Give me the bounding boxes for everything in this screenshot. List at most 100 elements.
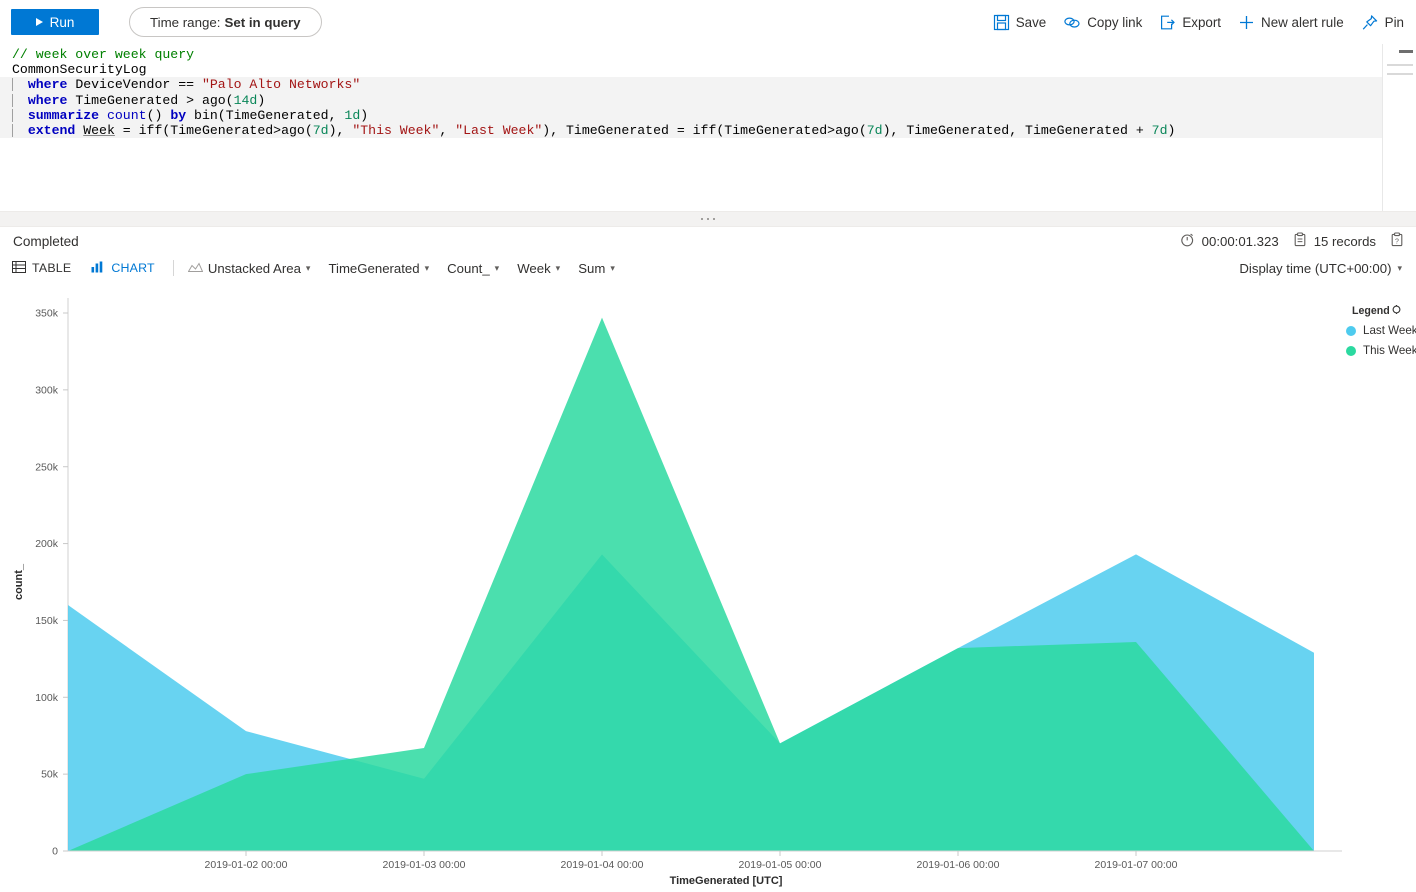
- editor-results-splitter[interactable]: [0, 211, 1416, 227]
- legend-color-swatch: [1346, 326, 1356, 336]
- code-token: Week: [83, 123, 115, 138]
- export-icon: [1159, 14, 1176, 31]
- y-axis-dropdown[interactable]: Count_ ▾: [447, 261, 499, 276]
- play-icon: [36, 18, 43, 26]
- y-axis-tick-label: 50k: [41, 769, 59, 781]
- time-range-picker[interactable]: Time range: Set in query: [129, 7, 322, 37]
- legend-item[interactable]: This Week: [1346, 344, 1414, 357]
- results-view-toolbar: TABLE CHART Unstacked Area ▾ TimeGenerat…: [0, 255, 1416, 281]
- code-token: where: [28, 77, 68, 92]
- code-line: where DeviceVendor == "Palo Alto Network…: [0, 77, 1416, 92]
- x-axis-tick-label: 2019-01-06 00:00: [917, 859, 1000, 871]
- pin-icon: [1361, 14, 1379, 31]
- code-token: extend: [28, 123, 75, 138]
- timer-icon: [1180, 232, 1195, 250]
- time-range-value: Set in query: [224, 15, 300, 30]
- tab-chart[interactable]: CHART: [91, 261, 154, 276]
- x-axis-tick-label: 2019-01-07 00:00: [1095, 859, 1178, 871]
- code-line: // week over week query: [0, 47, 1416, 62]
- code-token: DeviceVendor ==: [67, 77, 202, 92]
- code-token: [12, 123, 28, 138]
- time-range-prefix: Time range:: [150, 15, 220, 30]
- query-editor-lines: // week over week queryCommonSecurityLog…: [0, 44, 1416, 138]
- splitter-grip-icon: [701, 218, 715, 220]
- save-button[interactable]: Save: [993, 14, 1047, 31]
- copy-link-label: Copy link: [1087, 15, 1142, 30]
- pin-label: Pin: [1385, 15, 1404, 30]
- code-token: "Last Week": [455, 123, 542, 138]
- toolbar-actions: Save Copy link Export: [993, 14, 1404, 31]
- code-line: CommonSecurityLog: [0, 62, 1416, 77]
- pipe-gutter-mark: [12, 78, 13, 91]
- export-button[interactable]: Export: [1159, 14, 1221, 31]
- run-button[interactable]: Run: [11, 9, 99, 35]
- pipe-gutter-mark: [12, 94, 13, 107]
- y-axis-tick-label: 0: [52, 846, 58, 858]
- query-duration-value: 00:00:01.323: [1202, 234, 1279, 249]
- display-time-label: Display time (UTC+00:00): [1239, 261, 1391, 276]
- editor-minimap[interactable]: [1382, 44, 1416, 211]
- x-axis-tick-label: 2019-01-03 00:00: [383, 859, 466, 871]
- code-token: [99, 108, 107, 123]
- chevron-down-icon: ▾: [556, 264, 561, 273]
- minimap-thumb[interactable]: [1399, 50, 1413, 53]
- aggregation-label: Sum: [578, 261, 605, 276]
- table-icon: [12, 261, 26, 276]
- code-token: 14d: [234, 93, 258, 108]
- clipboard-question-icon: ?: [1390, 232, 1404, 250]
- export-label: Export: [1182, 15, 1221, 30]
- results-header: Completed 00:00:01.323 15 records: [0, 227, 1416, 255]
- x-axis-title: TimeGenerated [UTC]: [670, 875, 783, 887]
- x-axis-tick-label: 2019-01-02 00:00: [205, 859, 288, 871]
- pin-button[interactable]: Pin: [1361, 14, 1404, 31]
- tab-table[interactable]: TABLE: [12, 261, 71, 276]
- code-token: 7d: [867, 123, 883, 138]
- code-token: ), TimeGenerated = iff(TimeGenerated>ago…: [542, 123, 866, 138]
- code-token: = iff(TimeGenerated>ago(: [115, 123, 313, 138]
- code-token: by: [170, 108, 186, 123]
- chart-legend: Legend Last Week This Week: [1330, 305, 1414, 357]
- x-axis-label: TimeGenerated: [328, 261, 419, 276]
- code-token: ): [257, 93, 265, 108]
- new-alert-rule-button[interactable]: New alert rule: [1238, 14, 1344, 31]
- aggregation-dropdown[interactable]: Sum ▾: [578, 261, 615, 276]
- code-token: summarize: [28, 108, 99, 123]
- x-axis-tick-label: 2019-01-05 00:00: [739, 859, 822, 871]
- code-token: TimeGenerated > ago(: [67, 93, 233, 108]
- code-line: where TimeGenerated > ago(14d): [0, 93, 1416, 108]
- chevron-down-icon: ▾: [610, 264, 615, 273]
- y-axis-label: Count_: [447, 261, 490, 276]
- legend-item-label: Last Week: [1363, 324, 1416, 337]
- legend-options-icon[interactable]: [1392, 305, 1401, 317]
- code-line: extend Week = iff(TimeGenerated>ago( 7d),…: [0, 123, 1416, 138]
- split-by-dropdown[interactable]: Week ▾: [517, 261, 560, 276]
- x-axis-dropdown[interactable]: TimeGenerated ▾: [328, 261, 429, 276]
- copy-link-icon: [1063, 14, 1081, 31]
- chart-type-dropdown[interactable]: Unstacked Area ▾: [188, 261, 311, 276]
- tab-table-label: TABLE: [32, 261, 71, 275]
- new-alert-rule-label: New alert rule: [1261, 15, 1344, 30]
- code-token: // week over week query: [12, 47, 194, 62]
- save-label: Save: [1016, 15, 1047, 30]
- copy-link-button[interactable]: Copy link: [1063, 14, 1142, 31]
- display-time-dropdown[interactable]: Display time (UTC+00:00) ▾: [1239, 261, 1402, 276]
- results-help-button[interactable]: ?: [1390, 232, 1404, 250]
- code-token: count: [107, 108, 147, 123]
- y-axis-tick-label: 100k: [35, 692, 59, 704]
- legend-item[interactable]: Last Week: [1346, 324, 1414, 337]
- code-token: ): [360, 108, 368, 123]
- y-axis-title: count_: [13, 563, 25, 600]
- results-metadata: 00:00:01.323 15 records ?: [1180, 232, 1404, 250]
- query-editor[interactable]: // week over week queryCommonSecurityLog…: [0, 44, 1416, 211]
- query-status: Completed: [13, 234, 79, 249]
- code-token: ), TimeGenerated, TimeGenerated +: [883, 123, 1152, 138]
- save-icon: [993, 14, 1010, 31]
- code-token: 7d: [1152, 123, 1168, 138]
- legend-title: Legend: [1352, 305, 1414, 317]
- query-duration: 00:00:01.323: [1180, 232, 1279, 250]
- area-chart[interactable]: 050k100k150k200k250k300k350kcount_2019-0…: [0, 285, 1416, 892]
- bar-chart-icon: [91, 261, 105, 276]
- legend-title-label: Legend: [1352, 305, 1390, 317]
- chart-type-label: Unstacked Area: [208, 261, 301, 276]
- y-axis-tick-label: 150k: [35, 615, 59, 627]
